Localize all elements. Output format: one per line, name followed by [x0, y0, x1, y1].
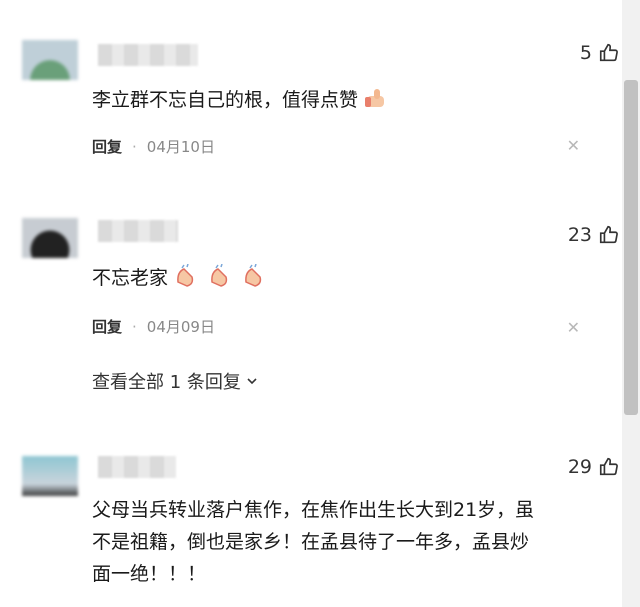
like-button[interactable]: 5: [580, 42, 620, 64]
like-button[interactable]: 23: [568, 224, 620, 246]
separator-dot: ·: [132, 137, 137, 156]
like-count: 29: [567, 456, 592, 478]
view-all-replies-button[interactable]: 查看全部 1 条回复: [92, 368, 259, 394]
username-blurred[interactable]: [98, 456, 176, 478]
avatar[interactable]: [22, 218, 78, 258]
comment-text-line: 不是祖籍，倒也是家乡！在孟县待了一年多，孟县炒: [92, 531, 530, 553]
chevron-down-icon: [247, 378, 257, 385]
comment-text: 父母当兵转业落户焦作，在焦作出生长大到21岁，虽 不是祖籍，倒也是家乡！在孟县待…: [92, 494, 592, 590]
close-icon[interactable]: ✕: [567, 318, 580, 337]
comment-date: 04月10日: [146, 138, 215, 156]
like-count: 5: [579, 42, 592, 64]
clap-emoji: [245, 264, 262, 287]
comment-text: 不忘老家: [92, 262, 592, 294]
comment-meta: 回复 · 04月09日: [92, 316, 215, 337]
reply-button[interactable]: 回复: [92, 316, 122, 337]
reply-button[interactable]: 回复: [92, 136, 122, 157]
like-button[interactable]: 29: [568, 456, 620, 478]
avatar[interactable]: [22, 456, 78, 496]
separator-dot: ·: [132, 317, 137, 336]
clap-emoji: [177, 264, 194, 287]
username-blurred[interactable]: [98, 220, 178, 242]
close-icon[interactable]: ✕: [567, 136, 580, 155]
scrollbar-track[interactable]: [622, 0, 640, 607]
username-blurred[interactable]: [98, 44, 198, 66]
comment-text: 李立群不忘自己的根，值得点赞: [92, 84, 592, 116]
thumbs-up-icon: [599, 457, 618, 476]
thumbs-up-icon: [599, 43, 618, 62]
scrollbar-thumb[interactable]: [624, 80, 638, 415]
comment-meta: 回复 · 04月10日: [92, 136, 215, 157]
comment-text-line: 父母当兵转业落户焦作，在焦作出生长大到21岁，虽: [92, 499, 535, 521]
comment-date: 04月09日: [146, 318, 215, 336]
avatar[interactable]: [22, 40, 78, 80]
clap-emoji: [211, 264, 228, 287]
comment-text-line: 面一绝！！！: [92, 563, 207, 585]
thumbs-up-emoji: [365, 89, 385, 107]
like-count: 23: [567, 224, 592, 246]
thumbs-up-icon: [599, 225, 618, 244]
